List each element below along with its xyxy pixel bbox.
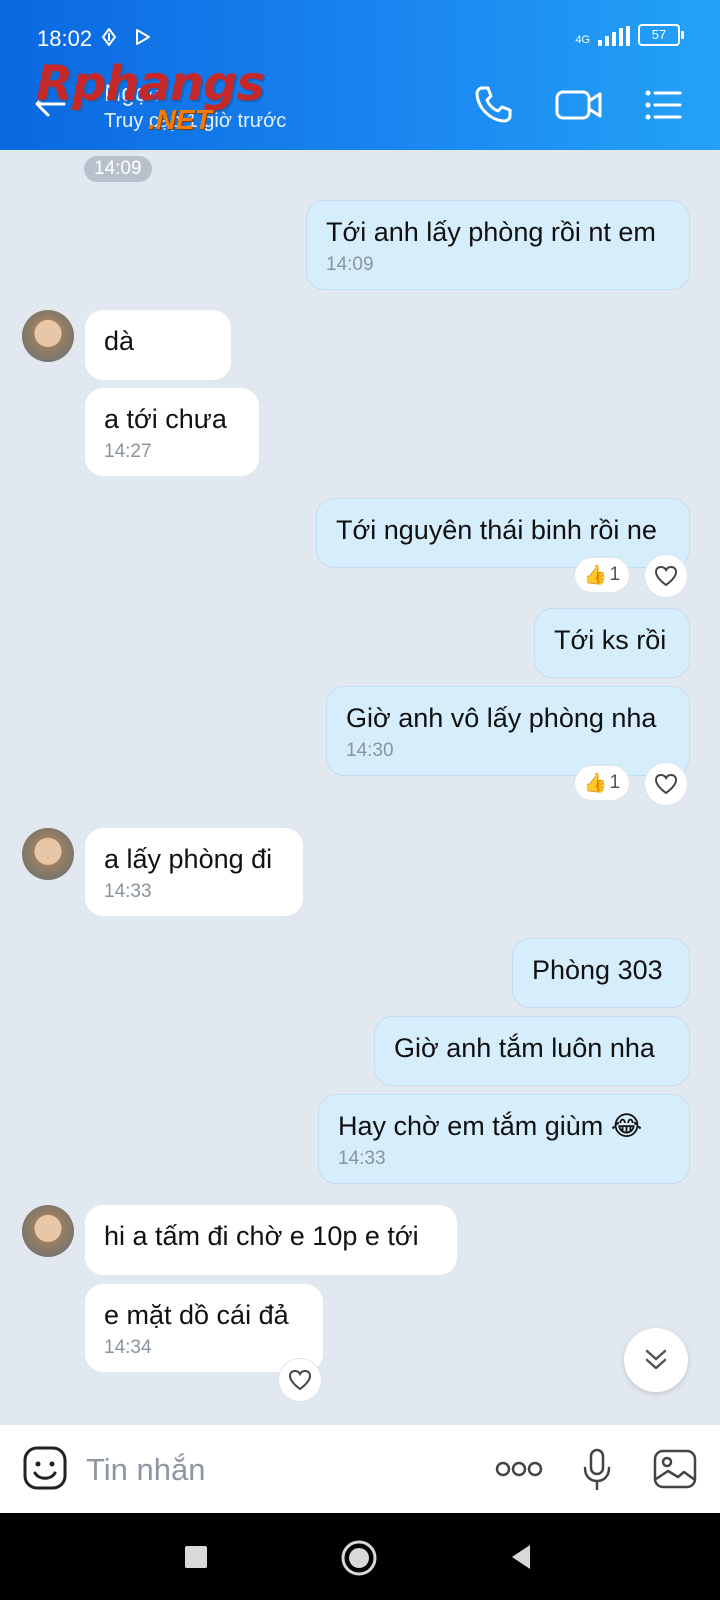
more-options-icon[interactable] <box>494 1447 544 1491</box>
heart-icon <box>288 1369 312 1391</box>
like-reaction-badge[interactable]: 👍 1 <box>574 765 630 801</box>
message-text: a lấy phòng đi <box>104 844 273 874</box>
message-time: 14:33 <box>338 1148 386 1169</box>
message-text: Tới anh lấy phòng rồi nt em <box>326 217 656 247</box>
sticker-icon[interactable] <box>22 1445 68 1491</box>
message-time: 14:27 <box>104 441 152 462</box>
contact-avatar[interactable] <box>22 828 74 880</box>
heart-icon <box>654 773 678 795</box>
microphone-icon[interactable] <box>580 1447 614 1491</box>
message-text: Giờ anh vô lấy phòng nha <box>346 703 657 733</box>
incoming-message[interactable]: a tới chưa 14:27 <box>85 388 259 476</box>
scroll-to-bottom-button[interactable] <box>624 1328 688 1392</box>
chat-area[interactable]: 14:09 Tới anh lấy phòng rồi nt em 14:09 … <box>0 150 720 1425</box>
network-type: 4G <box>575 34 590 46</box>
reaction-count: 1 <box>609 564 621 585</box>
outgoing-message[interactable]: Tới ks rồi <box>534 608 690 678</box>
like-reaction-badge[interactable]: 👍 1 <box>574 557 630 593</box>
recent-apps-icon[interactable] <box>176 1537 216 1577</box>
react-heart-button[interactable] <box>278 1358 322 1402</box>
message-input-bar <box>0 1425 720 1513</box>
outgoing-message[interactable]: Tới nguyên thái binh rồi ne <box>316 498 690 568</box>
heart-icon <box>654 565 678 587</box>
top-bar: 18:02 4G 57 Ngọc Truy cập 1 giờ trước Rp… <box>0 0 720 150</box>
message-time: 14:33 <box>104 881 152 902</box>
home-icon[interactable] <box>338 1537 380 1579</box>
message-time: 14:34 <box>104 1337 152 1358</box>
outgoing-message[interactable]: Giờ anh tắm luôn nha <box>374 1016 690 1086</box>
react-heart-button[interactable] <box>644 554 688 598</box>
play-store-icon <box>136 29 150 45</box>
outgoing-message[interactable]: Giờ anh vô lấy phòng nha 14:30 <box>326 686 690 776</box>
battery-icon: 57 <box>638 24 684 46</box>
back-nav-icon[interactable] <box>502 1537 542 1577</box>
time-divider: 14:09 <box>84 156 152 182</box>
outgoing-message[interactable]: Tới anh lấy phòng rồi nt em 14:09 <box>306 200 690 290</box>
back-arrow-icon[interactable] <box>30 84 70 124</box>
phone-call-icon[interactable] <box>470 82 516 128</box>
contact-avatar[interactable] <box>22 310 74 362</box>
incoming-message[interactable]: hi a tấm đi chờ e 10p e tới <box>85 1205 457 1275</box>
incoming-message[interactable]: dà <box>85 310 231 380</box>
message-text: e mặt dồ cái đả <box>104 1300 289 1330</box>
status-right-group: 4G 57 <box>575 24 684 46</box>
video-call-icon[interactable] <box>554 82 604 128</box>
thumbs-up-icon: 👍 <box>583 565 608 586</box>
status-time: 18:02 <box>37 26 93 51</box>
double-chevron-down-icon <box>645 1349 667 1370</box>
message-text-body: Hay chờ em tắm giùm <box>338 1111 604 1141</box>
chat-header: Ngọc Truy cập 1 giờ trước Rphangs .NET <box>0 56 720 150</box>
message-text: hi a tấm đi chờ e 10p e tới <box>104 1221 419 1251</box>
system-navigation-bar <box>0 1513 720 1600</box>
message-text: dà <box>104 326 135 356</box>
contact-status: Truy cập 1 giờ trước <box>104 110 287 132</box>
location-diamond-icon <box>101 28 117 46</box>
incoming-message[interactable]: a lấy phòng đi 14:33 <box>85 828 303 916</box>
message-text: Giờ anh tắm luôn nha <box>394 1033 655 1063</box>
message-time: 14:30 <box>346 740 394 761</box>
message-text: Phòng 303 <box>532 955 663 985</box>
outgoing-message[interactable]: Hay chờ em tắm giùm 😂 14:33 <box>318 1094 690 1184</box>
message-input[interactable] <box>84 1443 468 1497</box>
reaction-count: 1 <box>609 772 621 793</box>
message-text: Tới nguyên thái binh rồi ne <box>336 515 657 545</box>
message-text: a tới chưa <box>104 404 227 434</box>
signal-icon <box>598 26 630 46</box>
contact-name[interactable]: Ngọc <box>104 80 160 108</box>
message-time: 14:09 <box>326 254 374 275</box>
message-text: Tới ks rồi <box>554 625 667 655</box>
react-heart-button[interactable] <box>644 762 688 806</box>
menu-list-icon[interactable] <box>640 82 686 128</box>
laughing-emoji-icon: 😂 <box>610 1111 643 1141</box>
message-text: Hay chờ em tắm giùm 😂 <box>338 1109 670 1143</box>
outgoing-message[interactable]: Phòng 303 <box>512 938 690 1008</box>
contact-avatar[interactable] <box>22 1205 74 1257</box>
image-gallery-icon[interactable] <box>652 1447 698 1491</box>
status-bar: 18:02 4G 57 <box>0 0 720 62</box>
thumbs-up-icon: 👍 <box>583 773 608 794</box>
incoming-message[interactable]: e mặt dồ cái đả 14:34 <box>85 1284 323 1372</box>
